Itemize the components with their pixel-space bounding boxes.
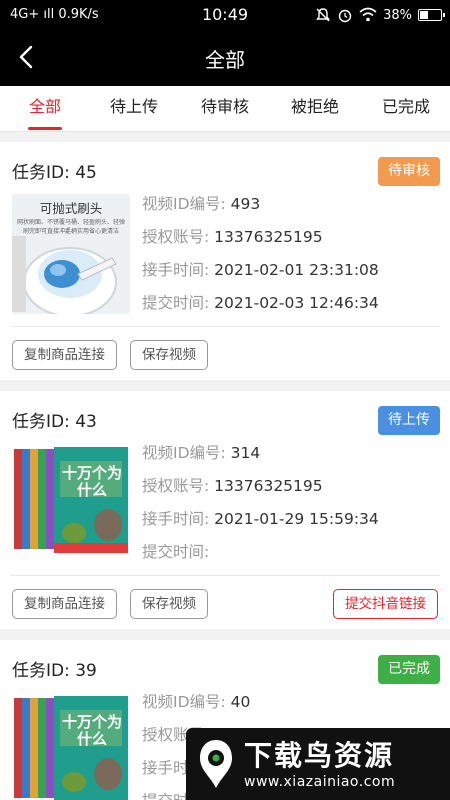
status-badge: 待审核 <box>378 157 440 186</box>
copy-link-button[interactable]: 复制商品连接 <box>12 589 117 619</box>
status-tabs: 全部 待上传 待审核 被拒绝 已完成 <box>0 86 450 132</box>
accept-time-label: 接手时间: <box>142 261 215 279</box>
video-id-label: 视频ID编号: <box>142 444 231 462</box>
submit-time-value: 2021-02-03 12:46:34 <box>214 294 379 312</box>
product-thumbnail[interactable]: 可抛式刷头 网状刷面、不锈覆马桶、轻盈刷头、轻弹手柄 刷完即可直接冲走、实用省心… <box>12 194 130 314</box>
task-card: 任务ID: 43 待上传 十万个为什么 视频ID编号: 314 授权账号: 13… <box>0 391 450 629</box>
copy-link-button[interactable]: 复制商品连接 <box>12 340 117 370</box>
tab-rejected[interactable]: 被拒绝 <box>283 86 347 132</box>
tab-all[interactable]: 全部 <box>14 86 76 132</box>
save-video-button[interactable]: 保存视频 <box>130 340 208 370</box>
toilet-brush-image <box>12 236 117 314</box>
task-info: 视频ID编号: 314 授权账号: 13376325195 接手时间: 2021… <box>142 437 379 569</box>
tab-completed[interactable]: 已完成 <box>374 86 438 132</box>
book-set-image <box>14 447 128 553</box>
battery-percent: 38% <box>383 7 412 23</box>
accept-time-label: 接手时间: <box>142 510 215 528</box>
top-bar: 4G+ ıll 0.9K/s 10:49 38% 全部 <box>0 0 450 86</box>
thumbnail-title: 可抛式刷头 <box>39 201 103 216</box>
task-id: 任务ID: 45 <box>12 163 97 183</box>
product-thumbnail[interactable]: 十万个为什么 <box>12 443 130 563</box>
status-badge: 已完成 <box>378 655 440 684</box>
task-id: 任务ID: 43 <box>12 412 97 432</box>
video-id-value: 40 <box>230 693 251 711</box>
battery-icon <box>418 9 445 21</box>
book-title: 十万个为什么 <box>61 464 122 499</box>
card-divider <box>10 326 440 327</box>
status-icons: 38% <box>315 5 445 25</box>
submit-douyin-link-button[interactable]: 提交抖音链接 <box>333 589 438 619</box>
video-id-label: 视频ID编号: <box>142 195 231 213</box>
accept-time-value: 2021-02-01 23:31:08 <box>214 261 379 279</box>
video-id-value: 493 <box>230 195 261 213</box>
account-value: 13376325195 <box>214 228 323 246</box>
video-id-label: 视频ID编号: <box>142 693 231 711</box>
watermark-brand: 下载鸟资源 <box>244 739 395 772</box>
account-label: 授权账号: <box>142 228 215 246</box>
alarm-icon <box>338 9 352 23</box>
save-video-button[interactable]: 保存视频 <box>130 589 208 619</box>
watermark-url: www.xiazainiao.com <box>244 774 396 790</box>
account-value: 13376325195 <box>214 477 323 495</box>
mute-icon <box>316 8 330 22</box>
page-title: 全部 <box>205 48 245 72</box>
tab-pending-upload[interactable]: 待上传 <box>102 86 166 132</box>
product-thumbnail[interactable]: 十万个为什么 <box>12 692 130 800</box>
wifi-icon <box>359 7 377 22</box>
watermark: 下载鸟资源 www.xiazainiao.com <box>186 728 450 800</box>
video-id-value: 314 <box>230 444 261 462</box>
account-label: 授权账号: <box>142 477 215 495</box>
card-divider <box>10 575 440 576</box>
accept-time-value: 2021-01-29 15:59:34 <box>214 510 379 528</box>
bird-logo-icon <box>200 740 232 788</box>
status-badge: 待上传 <box>378 406 440 435</box>
status-bar: 4G+ ıll 0.9K/s 10:49 38% <box>0 0 450 32</box>
book-title: 十万个为什么 <box>61 713 122 748</box>
submit-time-label: 提交时间: <box>142 294 215 312</box>
submit-time-label: 提交时间: <box>142 543 210 561</box>
task-card: 任务ID: 45 待审核 可抛式刷头 网状刷面、不锈覆马桶、轻盈刷头、轻弹手柄 … <box>0 142 450 380</box>
task-info: 视频ID编号: 493 授权账号: 13376325195 接手时间: 2021… <box>142 188 379 320</box>
tab-pending-review[interactable]: 待审核 <box>193 86 257 132</box>
task-id: 任务ID: 39 <box>12 661 97 681</box>
